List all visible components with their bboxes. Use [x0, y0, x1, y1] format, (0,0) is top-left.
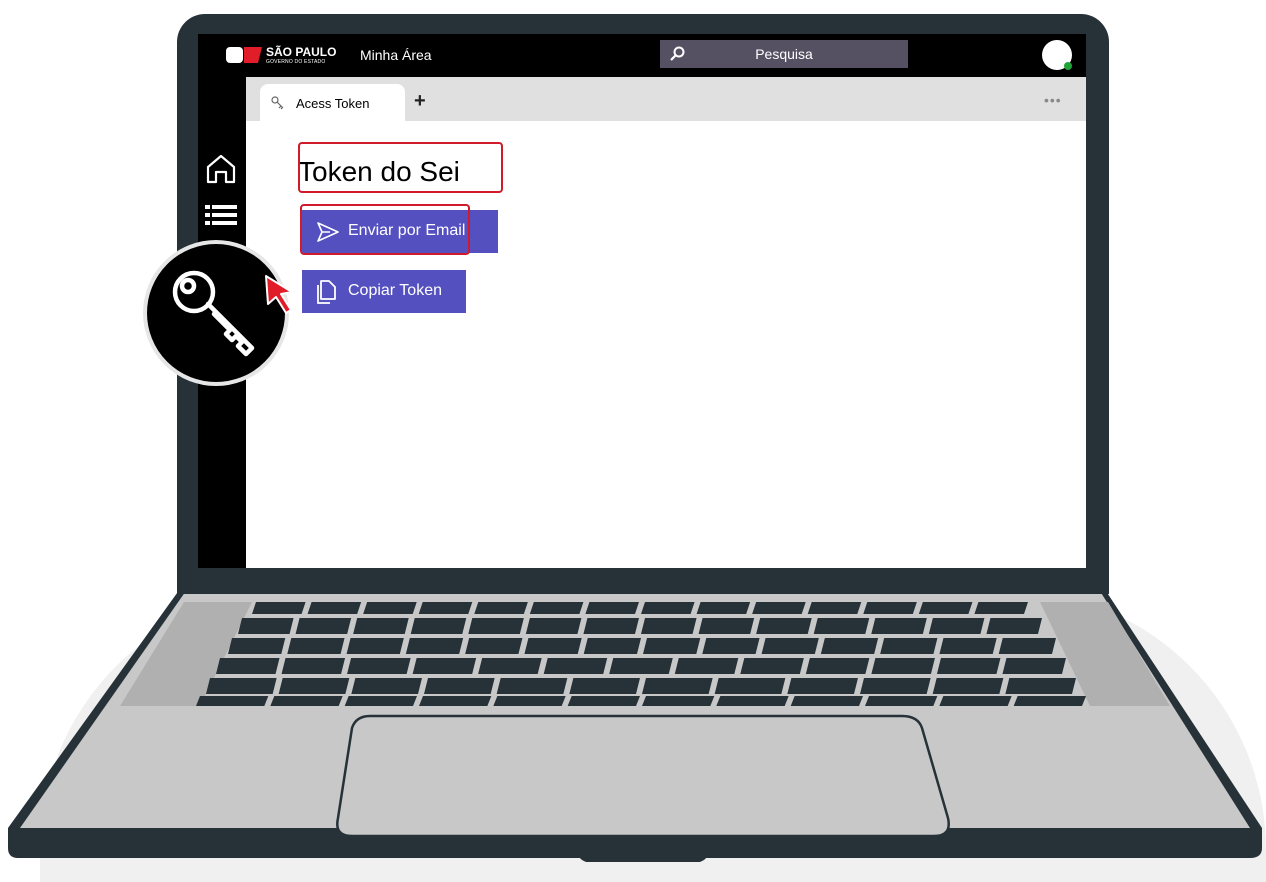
sp-logo-icon — [226, 47, 262, 63]
laptop-base — [8, 582, 1262, 862]
cursor-arrow-icon — [265, 275, 293, 314]
send-button-highlight — [300, 204, 470, 255]
list-icon[interactable] — [205, 204, 237, 226]
search-box[interactable]: Pesquisa — [660, 40, 908, 68]
copy-token-button[interactable]: Copiar Token — [302, 270, 466, 313]
more-options-icon[interactable]: ••• — [1044, 92, 1062, 108]
logo-subtitle: GOVERNO DO ESTADO — [266, 59, 326, 65]
tab-label: Acess Token — [296, 96, 370, 111]
logo-title: SÃO PAULO — [266, 45, 337, 59]
new-tab-plus-icon[interactable]: + — [414, 90, 426, 113]
key-icon — [271, 96, 284, 110]
search-placeholder: Pesquisa — [755, 46, 813, 62]
key-icon — [172, 270, 255, 357]
title-highlight — [298, 142, 503, 193]
tab-acess-token[interactable]: Acess Token — [260, 84, 405, 121]
area-link[interactable]: Minha Área — [360, 47, 432, 63]
copy-token-label: Copiar Token — [348, 282, 442, 299]
copy-icon — [317, 280, 336, 304]
home-icon[interactable] — [205, 153, 237, 185]
online-status-indicator — [1064, 62, 1072, 70]
